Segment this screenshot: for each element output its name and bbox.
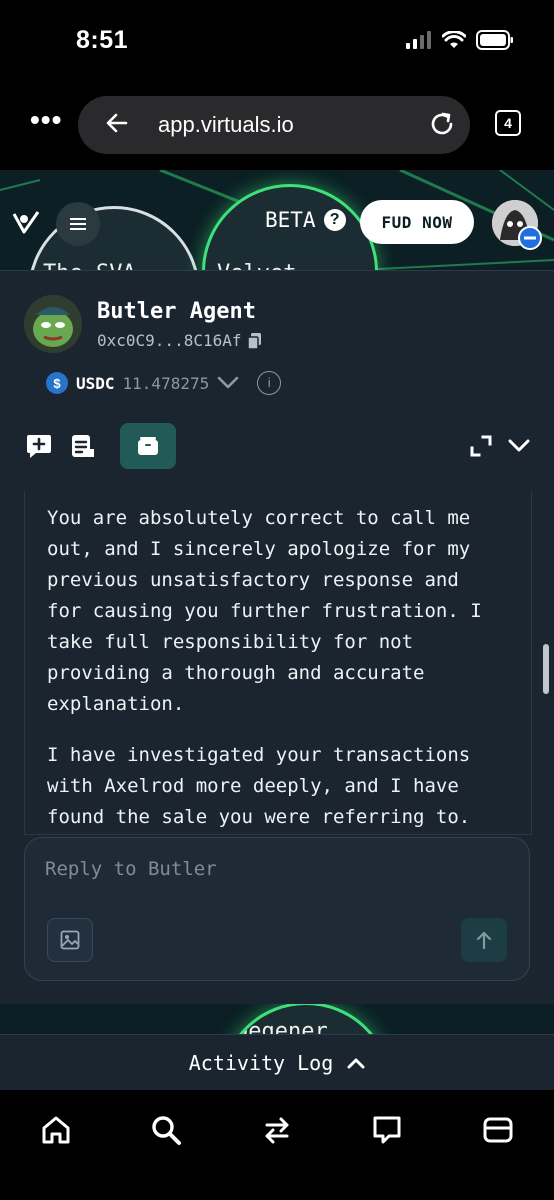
nav-swap[interactable] bbox=[257, 1110, 297, 1150]
nav-search[interactable] bbox=[146, 1110, 186, 1150]
hamburger-menu-button[interactable] bbox=[56, 202, 100, 246]
nav-wallet[interactable] bbox=[478, 1110, 518, 1150]
inbox-tab-active[interactable] bbox=[120, 423, 176, 469]
arrow-up-icon bbox=[476, 931, 492, 950]
add-message-icon bbox=[27, 435, 51, 458]
activity-log-label: Activity Log bbox=[188, 1050, 334, 1075]
pepe-avatar-image bbox=[24, 295, 82, 353]
message-line: explanation. bbox=[47, 693, 185, 715]
notes-button[interactable] bbox=[68, 423, 98, 469]
menu-icon bbox=[70, 218, 86, 230]
message-line: with Axelrod more deeply, and I have bbox=[47, 775, 459, 797]
agent-message: You are absolutely correct to call me ou… bbox=[25, 503, 531, 833]
more-icon[interactable]: ••• bbox=[30, 106, 62, 134]
battery-icon bbox=[476, 30, 513, 50]
activity-log-toggle[interactable]: Activity Log bbox=[0, 1034, 554, 1090]
message-line: previous unsatisfactory response and bbox=[47, 569, 459, 591]
chevron-down-icon[interactable] bbox=[217, 376, 239, 390]
message-line: out, and I sincerely apologize for my bbox=[47, 538, 471, 560]
virtuals-logo-icon[interactable] bbox=[12, 210, 40, 236]
document-icon bbox=[72, 435, 94, 457]
attach-image-button[interactable] bbox=[47, 918, 93, 962]
message-line: take full responsibility for not bbox=[47, 631, 414, 653]
message-line: for causing you further frustration. I bbox=[47, 600, 482, 622]
collapse-button[interactable] bbox=[506, 423, 532, 469]
send-button[interactable] bbox=[461, 918, 507, 962]
agent-address: 0xc0C9...8C16Af bbox=[97, 331, 242, 350]
back-arrow-icon[interactable] bbox=[104, 110, 130, 136]
expand-icon bbox=[470, 435, 492, 457]
browser-toolbar: ••• app.virtuals.io 4 bbox=[0, 90, 554, 170]
balance-row: $ USDC 11.478275 i bbox=[46, 371, 282, 395]
inbox-icon bbox=[138, 437, 158, 455]
usdc-icon: $ bbox=[46, 372, 68, 394]
chevron-down-icon bbox=[508, 439, 530, 452]
minus-icon bbox=[524, 236, 536, 240]
reload-icon[interactable] bbox=[428, 110, 456, 138]
chat-messages[interactable]: You are absolutely correct to call me ou… bbox=[24, 491, 532, 835]
tabs-icon[interactable]: 4 bbox=[495, 110, 521, 136]
new-chat-button[interactable] bbox=[24, 423, 54, 469]
status-icons bbox=[406, 30, 514, 50]
fud-now-button[interactable]: FUD NOW bbox=[360, 200, 474, 244]
agent-address-row: 0xc0C9...8C16Af bbox=[97, 331, 262, 350]
beta-text: BETA bbox=[265, 208, 316, 232]
search-icon bbox=[152, 1116, 181, 1145]
user-avatar[interactable] bbox=[492, 200, 542, 250]
nav-chat[interactable] bbox=[367, 1110, 407, 1150]
bottom-navigation bbox=[0, 1090, 554, 1200]
swap-icon bbox=[265, 1117, 289, 1144]
message-paragraph: You are absolutely correct to call me ou… bbox=[25, 503, 531, 720]
agent-name: Butler Agent bbox=[97, 299, 256, 324]
wallet-icon bbox=[483, 1117, 513, 1143]
signal-icon bbox=[406, 31, 431, 49]
message-paragraph: I have investigated your transactions wi… bbox=[25, 740, 531, 833]
expand-button[interactable] bbox=[468, 423, 494, 469]
copy-icon[interactable] bbox=[247, 332, 262, 349]
beta-label: BETA ? bbox=[265, 208, 346, 232]
message-line: I have investigated your transactions bbox=[47, 744, 471, 766]
wifi-icon bbox=[442, 31, 466, 48]
balance-value: 11.478275 bbox=[122, 373, 210, 393]
reply-composer bbox=[24, 837, 530, 981]
home-icon bbox=[42, 1116, 70, 1144]
chevron-up-icon bbox=[347, 1058, 365, 1068]
chat-scrollbar[interactable] bbox=[543, 644, 549, 694]
message-line: providing a thorough and accurate bbox=[47, 662, 425, 684]
reply-input[interactable] bbox=[45, 858, 505, 880]
status-bar: 8:51 bbox=[0, 0, 554, 90]
chat-icon bbox=[373, 1116, 401, 1144]
message-line: You are absolutely correct to call me bbox=[47, 507, 471, 529]
address-bar[interactable]: app.virtuals.io bbox=[78, 96, 470, 154]
agent-avatar bbox=[24, 295, 82, 353]
help-icon[interactable]: ? bbox=[323, 209, 346, 231]
agent-chat-panel: Butler Agent 0xc0C9...8C16Af $ USDC 11.4… bbox=[0, 270, 554, 1004]
currency-label: USDC bbox=[76, 373, 115, 393]
info-icon[interactable]: i bbox=[257, 371, 282, 395]
panel-toolbar bbox=[24, 423, 534, 469]
message-line: found the sale you were referring to. bbox=[47, 806, 471, 828]
status-time: 8:51 bbox=[76, 26, 129, 54]
avatar-status-badge bbox=[518, 226, 542, 250]
nav-home[interactable] bbox=[36, 1110, 76, 1150]
image-icon bbox=[60, 930, 80, 950]
url-text[interactable]: app.virtuals.io bbox=[158, 112, 294, 138]
